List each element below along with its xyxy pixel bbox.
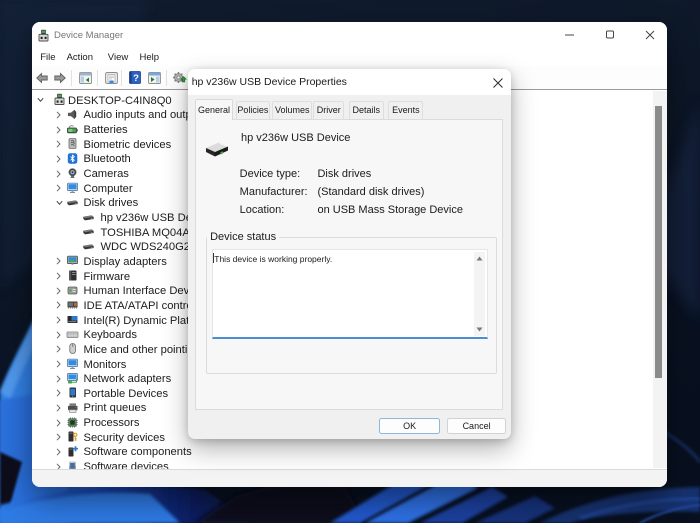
svg-text:?: ?: [133, 73, 139, 84]
